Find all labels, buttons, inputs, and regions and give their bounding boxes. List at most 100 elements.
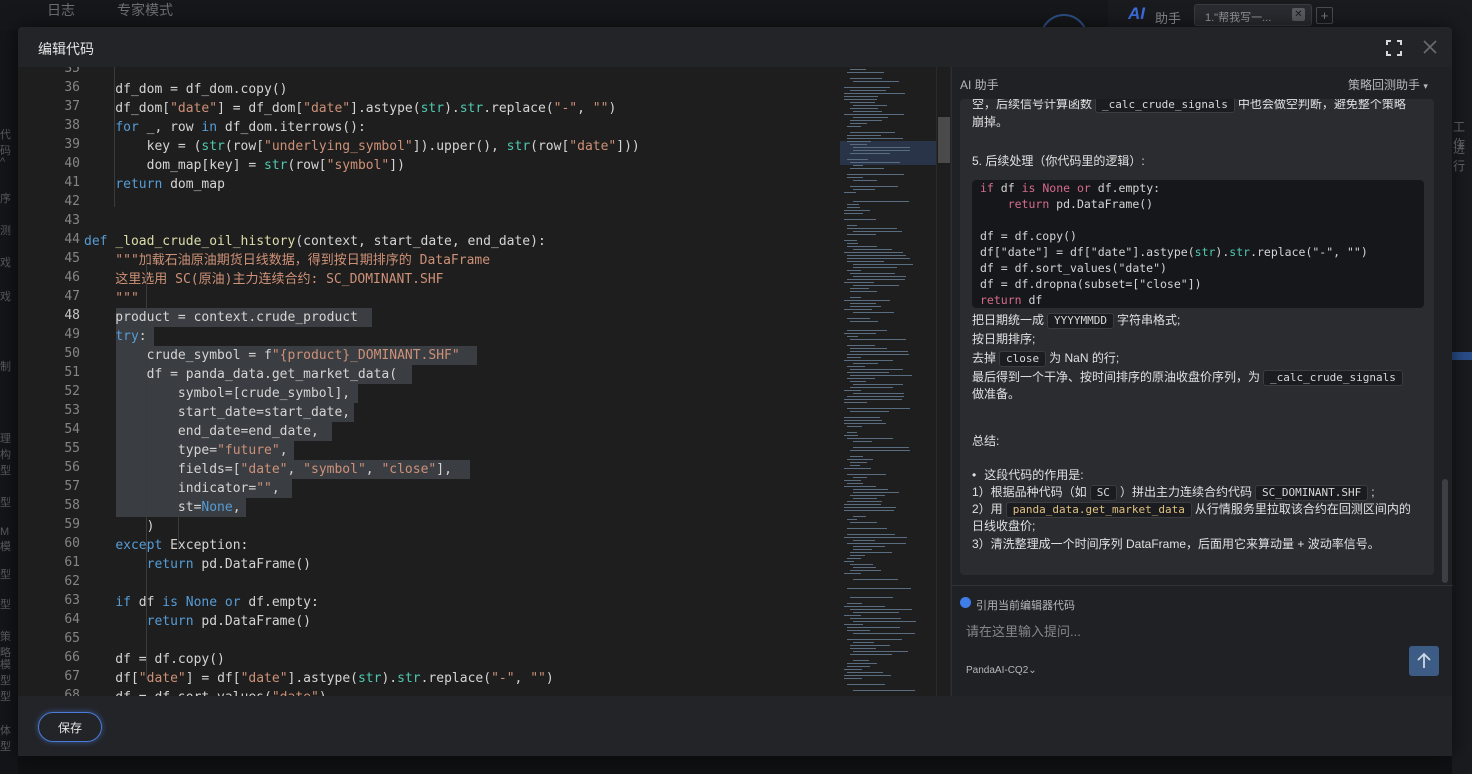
prompt-input[interactable] bbox=[960, 620, 1430, 642]
fullscreen-icon[interactable] bbox=[1386, 40, 1402, 56]
ai-scrollbar-thumb[interactable] bbox=[1442, 479, 1448, 583]
code-line[interactable]: """加载石油原油期货日线数据，得到按日期排序的 DataFrame bbox=[84, 251, 490, 270]
line-number: 39 bbox=[64, 137, 80, 152]
line-number: 58 bbox=[64, 498, 80, 513]
code-area[interactable]: df_dom = df_dom.copy() df_dom["date"] = … bbox=[84, 67, 840, 696]
minimap-line bbox=[847, 126, 861, 127]
background-sidebar: 代码 ^ 序测戏戏制理构型型 M模型型策略 模型型体型 bbox=[0, 30, 18, 774]
minimap-line bbox=[847, 630, 870, 631]
code-line[interactable]: ) bbox=[84, 517, 155, 536]
code-line[interactable]: start_date=start_date, bbox=[84, 403, 350, 422]
code-line[interactable]: return pd.DataFrame() bbox=[84, 555, 311, 574]
minimap-line bbox=[847, 255, 906, 256]
minimap-line bbox=[847, 474, 886, 475]
bg-sidebar-text: 理构 bbox=[0, 433, 11, 461]
minimap-line bbox=[853, 498, 877, 499]
minimap[interactable] bbox=[840, 67, 936, 696]
assistant-mode-select[interactable]: 策略回测助手 ▾ bbox=[1348, 76, 1428, 93]
inline-code: _calc_crude_signals bbox=[1263, 370, 1403, 386]
minimap-line bbox=[847, 225, 857, 226]
line-number: 49 bbox=[64, 327, 80, 342]
code-line[interactable]: try: bbox=[84, 327, 146, 346]
code-line[interactable]: return dom_map bbox=[84, 175, 225, 194]
minimap-line bbox=[847, 372, 889, 373]
minimap-line bbox=[847, 603, 862, 604]
line-number: 63 bbox=[64, 593, 80, 608]
inline-code: YYYYMMDD bbox=[1047, 313, 1114, 329]
minimap-line bbox=[853, 276, 906, 277]
minimap-line bbox=[850, 462, 867, 463]
save-button[interactable]: 保存 bbox=[38, 712, 102, 742]
code-line[interactable]: dom_map[key] = str(row["symbol"]) bbox=[84, 156, 405, 175]
message-text: 做准备。 bbox=[972, 387, 1021, 401]
code-line[interactable]: if df is None or df.empty: bbox=[84, 593, 319, 612]
editor-scrollbar-thumb[interactable] bbox=[938, 117, 950, 163]
code-line[interactable]: df["date"] = df["date"].astype(str).str.… bbox=[84, 669, 553, 688]
code-line[interactable]: df = df.sort_values("date") bbox=[84, 688, 326, 696]
ai-scrollbar[interactable] bbox=[1441, 99, 1449, 583]
code-line[interactable]: indicator="", bbox=[84, 479, 280, 498]
code-line[interactable]: type="future", bbox=[84, 441, 288, 460]
ai-message: 空，后续信号计算函数 _calc_crude_signals 中也会做空判断，避免整… bbox=[960, 99, 1434, 575]
code-line[interactable]: df_dom["date"] = df_dom["date"].astype(s… bbox=[84, 99, 616, 118]
ai-logo: AI bbox=[1128, 4, 1145, 23]
minimap-line bbox=[850, 522, 877, 523]
code-editor[interactable]: 35 36 37 38 39 40 41 42 43 44 45 46 47 48 49 50 51 52 53 54… bbox=[18, 67, 950, 696]
model-select[interactable]: PandaAI-CQ2⌄ bbox=[966, 665, 1037, 676]
minimap-line bbox=[853, 549, 872, 550]
minimap-line bbox=[853, 477, 867, 478]
minimap-line bbox=[847, 666, 870, 667]
code-line[interactable]: for _, row in df_dom.iterrows(): bbox=[84, 118, 365, 137]
minimap-line bbox=[850, 381, 866, 382]
reference-code-checkbox[interactable] bbox=[960, 597, 971, 608]
close-tab-icon[interactable]: ✕ bbox=[1292, 8, 1305, 21]
model-label: PandaAI-CQ2 bbox=[966, 665, 1029, 676]
message-text: 日线收盘价; bbox=[972, 519, 1036, 533]
message-text: 崩掉。 bbox=[972, 115, 1009, 129]
message-text: 去掉 close 为 NaN 的行; bbox=[972, 351, 1120, 367]
minimap-line bbox=[853, 180, 877, 181]
line-number: 64 bbox=[64, 612, 80, 627]
add-tab-button[interactable]: + bbox=[1316, 7, 1333, 24]
minimap-line bbox=[847, 684, 885, 685]
minimap-line bbox=[853, 201, 909, 202]
tab-expert-mode[interactable]: 专家模式 bbox=[117, 0, 173, 20]
code-line[interactable]: """ bbox=[84, 289, 139, 308]
minimap-line bbox=[844, 114, 904, 115]
code-line[interactable]: df = df.copy() bbox=[84, 650, 225, 669]
code-line[interactable]: key = (str(row["underlying_symbol"]).upp… bbox=[84, 137, 640, 156]
minimap-line bbox=[847, 336, 858, 337]
minimap-line bbox=[853, 540, 875, 541]
code-line[interactable]: end_date=end_date, bbox=[84, 422, 319, 441]
code-line[interactable]: except Exception: bbox=[84, 536, 248, 555]
code-line[interactable]: st=None, bbox=[84, 498, 241, 517]
line-number: 55 bbox=[64, 441, 80, 456]
minimap-line bbox=[850, 108, 878, 109]
code-line[interactable]: return pd.DataFrame() bbox=[84, 612, 311, 631]
code-line[interactable]: fields=["date", "symbol", "close"], bbox=[84, 460, 452, 479]
send-button[interactable] bbox=[1409, 646, 1439, 676]
line-number: 51 bbox=[64, 365, 80, 380]
code-line[interactable]: symbol=[crude_symbol], bbox=[84, 384, 350, 403]
minimap-line bbox=[853, 111, 882, 112]
minimap-line bbox=[847, 354, 909, 355]
minimap-line bbox=[850, 162, 900, 163]
editor-scrollbar[interactable] bbox=[936, 67, 950, 696]
message-text: 空，后续信号计算函数 _calc_crude_signals 中也会做空判断，避免整… bbox=[972, 99, 1406, 113]
code-line[interactable]: def _load_crude_oil_history(context, sta… bbox=[84, 232, 546, 251]
code-line[interactable]: 这里选用 SC(原油)主力连续合约: SC_DOMINANT.SHF bbox=[84, 270, 443, 289]
minimap-line bbox=[853, 231, 902, 232]
code-line[interactable]: product = context.crude_product bbox=[84, 308, 358, 327]
minimap-line bbox=[844, 219, 876, 220]
code-line[interactable]: crude_symbol = f"{product}_DOMINANT.SHF" bbox=[84, 346, 460, 365]
line-number: 42 bbox=[64, 194, 80, 209]
minimap-line bbox=[847, 639, 902, 640]
minimap-line bbox=[847, 246, 877, 247]
close-icon[interactable] bbox=[1422, 39, 1438, 55]
line-number: 36 bbox=[64, 80, 80, 95]
code-line[interactable]: df = panda_data.get_market_data( bbox=[84, 365, 397, 384]
tab-logs[interactable]: 日志 bbox=[47, 0, 75, 20]
minimap-line bbox=[844, 399, 902, 400]
minimap-line bbox=[850, 303, 876, 304]
inline-code: close bbox=[999, 351, 1047, 367]
